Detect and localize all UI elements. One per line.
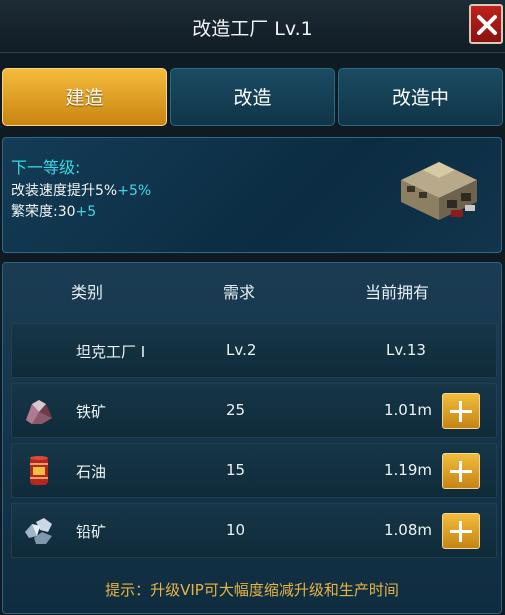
prosperity-line: 繁荣度:30+5	[11, 201, 96, 221]
row-required: Lv.2	[226, 341, 257, 359]
row-name: 坦克工厂 I	[76, 343, 146, 361]
speed-bonus-line: 改装速度提升5%+5%	[11, 180, 151, 200]
vip-hint: 提示：升级VIP可大幅度缩减升级和生产时间	[105, 581, 399, 599]
row-required: 10	[226, 521, 246, 539]
add-iron-button[interactable]	[442, 393, 480, 429]
row-required: 15	[226, 461, 246, 479]
col-required: 需求	[223, 283, 256, 302]
oil-barrel-icon	[30, 456, 48, 485]
next-level-heading: 下一等级:	[11, 158, 81, 177]
row-owned: 1.01m	[383, 401, 432, 419]
row-name: 铁矿	[76, 403, 107, 421]
next-level-panel: 下一等级: 改装速度提升5%+5% 繁荣度:30+5	[2, 137, 502, 253]
table-row: 石油 15 1.19m	[11, 443, 497, 498]
tab-modifying[interactable]: 改造中	[338, 68, 503, 126]
lead-ore-icon	[25, 518, 52, 544]
col-category: 类别	[71, 283, 104, 302]
iron-ore-icon	[26, 400, 52, 424]
row-name: 石油	[76, 463, 107, 481]
tab-bar: 建造 改造 改造中	[0, 68, 505, 128]
window-title: 改造工厂 Lv.1	[192, 18, 313, 40]
col-owned: 当前拥有	[365, 283, 430, 302]
row-owned: Lv.13	[386, 341, 426, 359]
tab-build[interactable]: 建造	[2, 68, 167, 126]
table-row: 铁矿 25 1.01m	[11, 383, 497, 438]
row-required: 25	[226, 401, 246, 419]
table-header: 类别 需求 当前拥有	[3, 263, 501, 313]
tab-modify[interactable]: 改造	[170, 68, 335, 126]
add-oil-button[interactable]	[442, 453, 480, 489]
title-bar: 改造工厂 Lv.1	[0, 0, 505, 53]
requirements-panel: 类别 需求 当前拥有 坦克工厂 I Lv.2 Lv.13 铁矿 25 1.01m…	[2, 262, 502, 614]
row-name: 铅矿	[76, 523, 107, 541]
row-owned: 1.19m	[383, 461, 432, 479]
prosperity-bonus: +5	[75, 204, 97, 220]
factory-building-icon	[401, 162, 477, 220]
prosperity-text: 繁荣度:30	[11, 204, 76, 220]
speed-bonus-text: 改装速度提升5%	[11, 183, 118, 199]
speed-bonus-value: +5%	[117, 183, 152, 199]
table-row: 坦克工厂 I Lv.2 Lv.13	[11, 323, 497, 378]
row-owned: 1.08m	[383, 521, 432, 539]
add-lead-button[interactable]	[442, 513, 480, 549]
close-icon	[477, 15, 497, 35]
close-button[interactable]	[469, 4, 503, 44]
table-row: 铅矿 10 1.08m	[11, 503, 497, 558]
